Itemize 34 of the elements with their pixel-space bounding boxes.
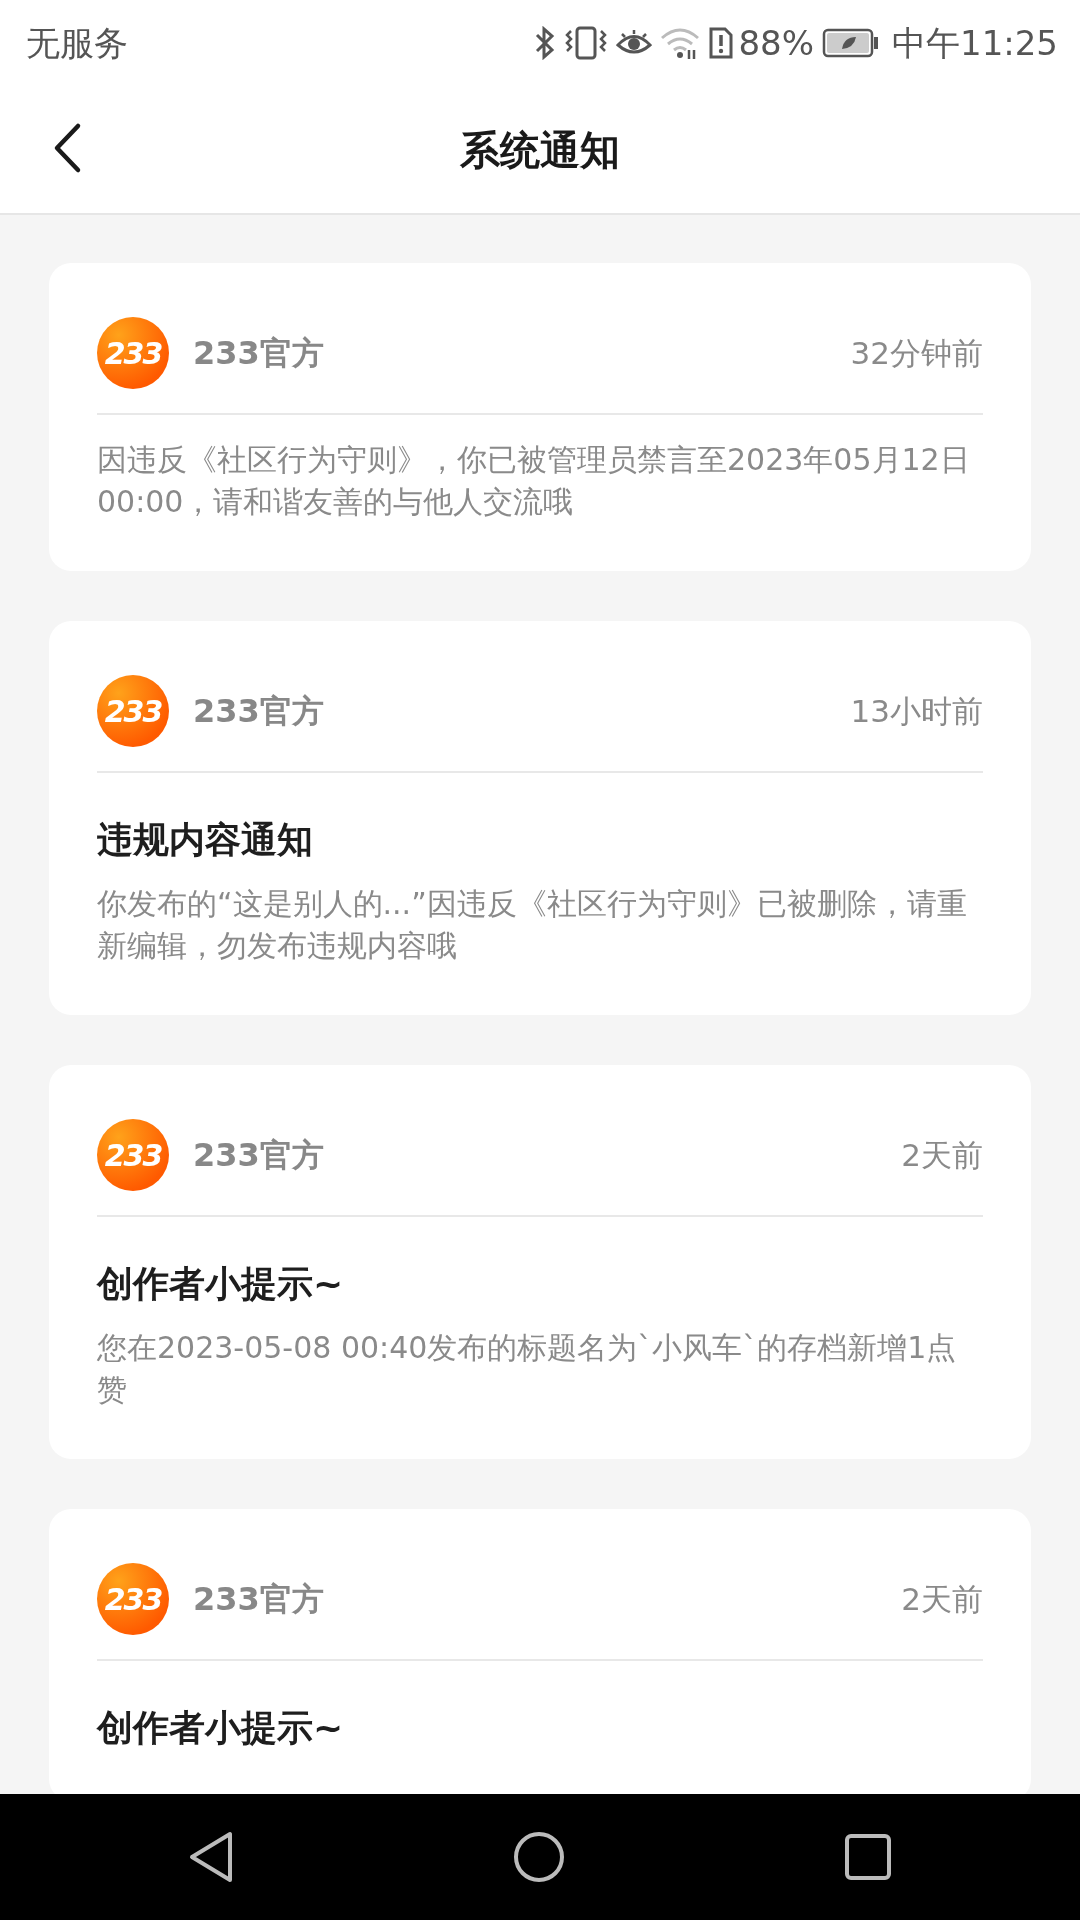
battery-icon: [822, 28, 880, 58]
notification-card[interactable]: 233 233官方 13小时前 违规内容通知 你发布的“这是别人的...”因违反《社区行为守则》已被删除，请重新编辑，勿发布违规内容哦: [49, 621, 1031, 1015]
wifi-icon: [660, 26, 701, 60]
bluetooth-icon: [534, 26, 557, 60]
notification-text: 因违反《社区行为守则》，你已被管理员禁言至2023年05月12日 00:00，请和谐友善的与他人交流哦: [97, 441, 971, 521]
sender-name: 233官方: [193, 1579, 324, 1620]
sim-alert-icon: [708, 26, 735, 60]
notification-title: 违规内容通知: [97, 818, 314, 862]
clock-text: 中午11:25: [892, 21, 1058, 65]
notification-title: 创作者小提示~: [97, 1706, 345, 1750]
battery-percent-text: 88%: [738, 21, 814, 65]
notification-card[interactable]: 233 233官方 2天前 创作者小提示~: [49, 1509, 1031, 1794]
notification-title: 创作者小提示~: [97, 1262, 345, 1306]
recents-nav-icon[interactable]: [844, 1833, 893, 1881]
notification-card[interactable]: 233 233官方 32分钟前 因违反《社区行为守则》，你已被管理员禁言至2023年05月12日 00:00，请和谐友善的与他人交流哦: [49, 263, 1031, 571]
carrier-text: 无服务: [26, 21, 128, 65]
avatar-logo: 233: [97, 675, 169, 747]
back-nav-icon[interactable]: [187, 1831, 234, 1883]
notification-text: 您在2023-05-08 00:40发布的标题名为`小风车`的存档新增1点赞: [97, 1329, 958, 1409]
vibrate-icon: [564, 25, 609, 61]
page-title: 系统通知: [460, 125, 620, 175]
sender-name: 233官方: [193, 1135, 324, 1176]
sender-name: 233官方: [193, 691, 324, 732]
avatar-logo: 233: [97, 317, 169, 389]
avatar-logo: 233: [97, 1563, 169, 1635]
timestamp: 2天前: [901, 1135, 983, 1175]
timestamp: 32分钟前: [850, 333, 983, 373]
notification-card[interactable]: 233 233官方 2天前 创作者小提示~ 您在2023-05-08 00:40发布的标题名为`小风车`的存档新增1点赞: [49, 1065, 1031, 1459]
notification-text: 你发布的“这是别人的...”因违反《社区行为守则》已被删除，请重新编辑，勿发布违规内容哦: [97, 885, 968, 965]
timestamp: 13小时前: [850, 691, 983, 731]
avatar-logo: 233: [97, 1119, 169, 1191]
home-nav-icon[interactable]: [513, 1831, 565, 1883]
sender-name: 233官方: [193, 333, 324, 374]
timestamp: 2天前: [901, 1579, 983, 1619]
